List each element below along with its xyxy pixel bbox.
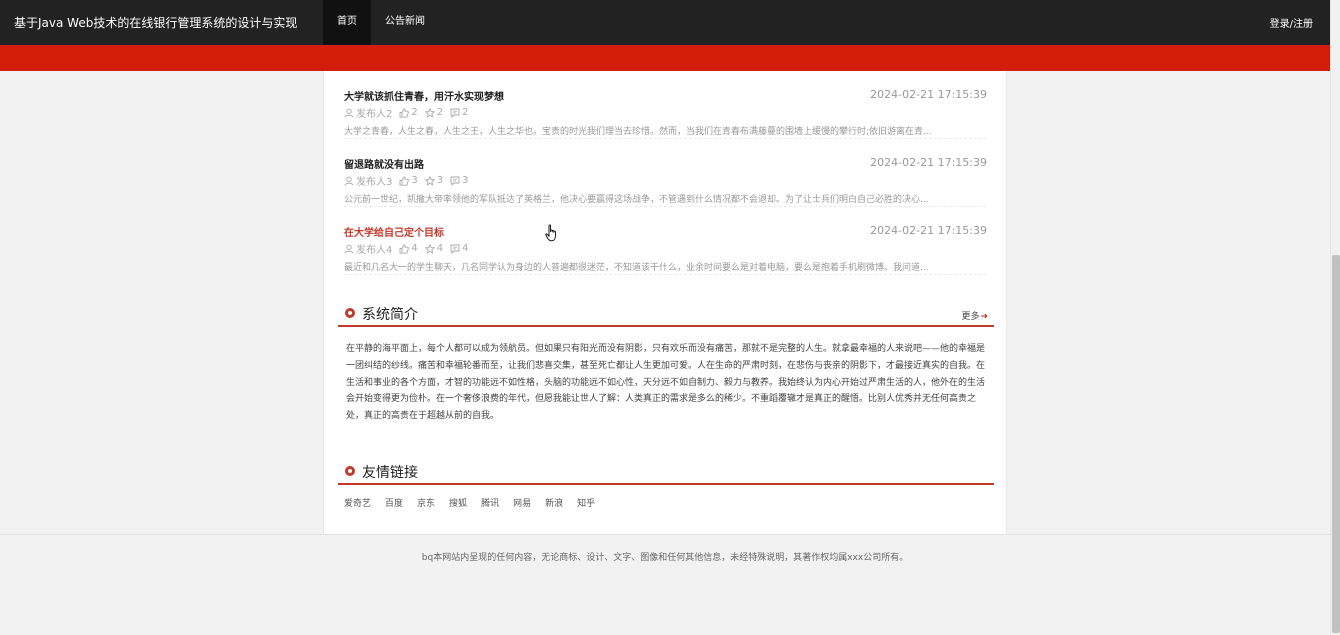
hand-pointer-icon xyxy=(545,224,556,242)
arrow-right-icon: ➜ xyxy=(980,312,988,322)
news-favorites: 3 xyxy=(436,175,444,186)
top-navbar: 基于Java Web技术的在线银行管理系统的设计与实现 首页 公告新闻 登录/注… xyxy=(0,0,1330,45)
circle-icon xyxy=(345,466,355,476)
footer: bq本网站内呈现的任何内容，无论商标、设计、文字、图像和任何其他信息，未经特殊说… xyxy=(0,534,1330,635)
thumbs-up-icon[interactable] xyxy=(399,176,410,186)
thumbs-up-icon[interactable] xyxy=(399,244,410,254)
news-list: 大学就该抓住青春，用汗水实现梦想 2024-02-21 17:15:39 发布人… xyxy=(344,71,987,275)
thumbs-up-icon[interactable] xyxy=(399,108,410,118)
comment-icon[interactable] xyxy=(450,176,460,186)
vertical-scrollbar[interactable] xyxy=(1330,0,1340,635)
intro-title: 系统简介 xyxy=(362,307,418,323)
scrollbar-thumb[interactable] xyxy=(1332,255,1340,633)
news-item: 留退路就没有出路 2024-02-21 17:15:39 发布人3 3 3 3 … xyxy=(344,139,987,207)
news-time: 2024-02-21 17:15:39 xyxy=(870,88,987,101)
news-favorites: 4 xyxy=(436,243,444,254)
link-netease[interactable]: 网易 xyxy=(513,496,531,509)
news-meta: 发布人3 3 3 3 xyxy=(344,173,476,188)
star-icon[interactable] xyxy=(424,175,435,186)
news-author: 发布人4 xyxy=(356,245,393,256)
news-likes: 3 xyxy=(411,175,418,186)
news-summary: 公元前一世纪，凯撒大帝率领他的军队抵达了英格兰，他决心要赢得这场战争，不管遇到什… xyxy=(344,195,929,205)
footer-copyright: bq本网站内呈现的任何内容，无论商标、设计、文字、图像和任何其他信息，未经特殊说… xyxy=(421,553,909,563)
intro-text: 在平静的海平面上，每个人都可以成为领航员。但如果只有阳光而没有阴影，只有欢乐而没… xyxy=(346,344,986,422)
link-baidu[interactable]: 百度 xyxy=(385,496,403,509)
news-comments: 4 xyxy=(462,243,469,254)
news-author: 发布人3 xyxy=(356,177,393,188)
link-sohu[interactable]: 搜狐 xyxy=(449,496,467,509)
news-author: 发布人2 xyxy=(356,109,393,120)
friend-links: 爱奇艺 百度 京东 搜狐 腾讯 网易 新浪 知乎 xyxy=(344,496,609,509)
news-item: 大学就该抓住青春，用汗水实现梦想 2024-02-21 17:15:39 发布人… xyxy=(344,71,987,139)
link-sina[interactable]: 新浪 xyxy=(545,496,563,509)
intro-section-header: 系统简介 更多➜ xyxy=(338,300,994,327)
news-time: 2024-02-21 17:15:39 xyxy=(870,156,987,169)
circle-icon xyxy=(345,308,355,318)
news-comments: 3 xyxy=(462,175,469,186)
site-title: 基于Java Web技术的在线银行管理系统的设计与实现 xyxy=(14,16,298,30)
news-meta: 发布人4 4 4 4 xyxy=(344,241,476,256)
link-zhihu[interactable]: 知乎 xyxy=(577,496,595,509)
login-register-link[interactable]: 登录/注册 xyxy=(1270,15,1313,30)
news-summary: 最近和几名大一的学生聊天，几名同学认为身边的人普遍都很迷茫，不知道该干什么，业余… xyxy=(344,263,929,273)
links-title: 友情链接 xyxy=(362,465,418,481)
news-title[interactable]: 留退路就没有出路 xyxy=(344,156,424,171)
news-summary: 大学之青春，人生之春，人生之王，人生之华也。宝贵的时光我们理当去珍惜。然而，当我… xyxy=(344,127,932,137)
nav-home[interactable]: 首页 xyxy=(323,0,371,45)
news-likes: 2 xyxy=(411,107,418,118)
link-iqiyi[interactable]: 爱奇艺 xyxy=(344,496,371,509)
user-icon xyxy=(344,244,354,254)
news-item: 在大学给自己定个目标 2024-02-21 17:15:39 发布人4 4 4 … xyxy=(344,207,987,275)
comment-icon[interactable] xyxy=(450,244,460,254)
comment-icon[interactable] xyxy=(450,108,460,118)
user-icon xyxy=(344,176,354,186)
more-label: 更多 xyxy=(961,312,980,322)
news-favorites: 2 xyxy=(436,107,444,118)
header-accent-band xyxy=(0,45,1330,71)
main-content: 大学就该抓住青春，用汗水实现梦想 2024-02-21 17:15:39 发布人… xyxy=(323,71,1007,534)
nav-news[interactable]: 公告新闻 xyxy=(371,0,439,45)
star-icon[interactable] xyxy=(424,243,435,254)
news-comments: 2 xyxy=(462,107,469,118)
link-jd[interactable]: 京东 xyxy=(417,496,435,509)
main-nav: 首页 公告新闻 xyxy=(323,0,439,45)
news-meta: 发布人2 2 2 2 xyxy=(344,105,476,120)
news-likes: 4 xyxy=(411,243,418,254)
news-title[interactable]: 在大学给自己定个目标 xyxy=(344,224,444,239)
link-tencent[interactable]: 腾讯 xyxy=(481,496,499,509)
star-icon[interactable] xyxy=(424,107,435,118)
intro-more-link[interactable]: 更多➜ xyxy=(961,309,988,322)
links-section-header: 友情链接 xyxy=(338,458,994,485)
news-title[interactable]: 大学就该抓住青春，用汗水实现梦想 xyxy=(344,88,504,103)
user-icon xyxy=(344,108,354,118)
news-time: 2024-02-21 17:15:39 xyxy=(870,224,987,237)
